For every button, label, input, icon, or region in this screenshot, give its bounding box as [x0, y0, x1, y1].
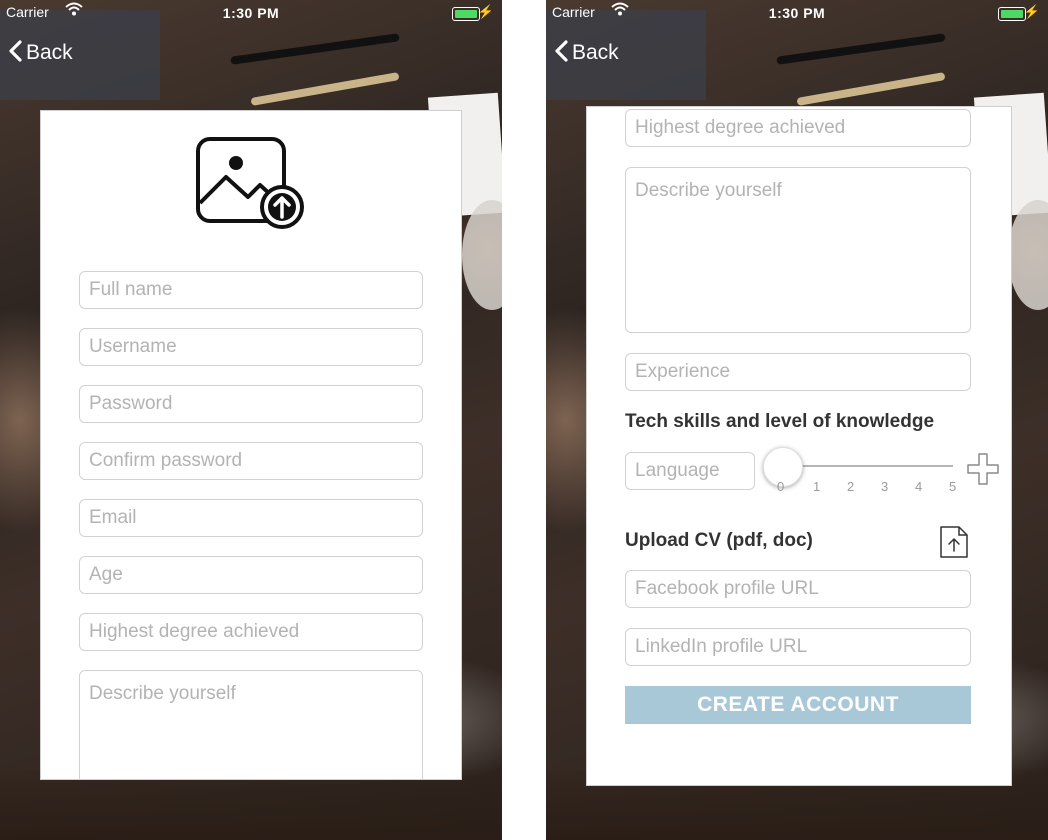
battery-icon	[998, 7, 1026, 21]
password-input[interactable]: Password	[79, 385, 423, 423]
status-bar: Carrier 1:30 PM ⚡	[546, 0, 1048, 26]
degree-input[interactable]: Highest degree achieved	[625, 109, 971, 147]
bolt-icon: ⚡	[1023, 4, 1040, 19]
slider-tick: 0	[777, 479, 785, 494]
degree-input[interactable]: Highest degree achieved	[79, 613, 423, 651]
experience-input[interactable]: Experience	[625, 353, 971, 391]
confirm-password-input[interactable]: Confirm password	[79, 442, 423, 480]
upload-cv-label: Upload CV (pdf, doc)	[625, 530, 813, 551]
chevron-left-icon	[8, 40, 22, 65]
language-input[interactable]: Language	[625, 452, 755, 490]
file-upload-icon[interactable]	[939, 525, 969, 559]
slider-tick: 2	[847, 479, 855, 494]
signup-form-card: Full name Username Password Confirm pass…	[40, 110, 462, 780]
plus-icon[interactable]	[965, 451, 1001, 487]
slider-tick: 5	[949, 479, 957, 494]
describe-yourself-textarea[interactable]: Describe yourself	[79, 670, 423, 779]
back-button[interactable]: Back	[554, 40, 619, 65]
screen-right: Carrier 1:30 PM ⚡ Back Highest degree ac…	[546, 0, 1048, 840]
screen-left: Carrier 1:30 PM ⚡ Back Full name Usernam…	[0, 0, 502, 840]
username-input[interactable]: Username	[79, 328, 423, 366]
battery-icon	[452, 7, 480, 21]
full-name-input[interactable]: Full name	[79, 271, 423, 309]
back-label: Back	[572, 40, 619, 64]
signup-form-card: Highest degree achieved Describe yoursel…	[586, 106, 1012, 786]
slider-tick: 3	[881, 479, 889, 494]
bolt-icon: ⚡	[477, 4, 494, 19]
slider-tick: 1	[813, 479, 821, 494]
chevron-left-icon	[554, 40, 568, 65]
back-button[interactable]: Back	[8, 40, 73, 65]
describe-yourself-textarea[interactable]: Describe yourself	[625, 167, 971, 333]
clock: 1:30 PM	[768, 5, 826, 21]
skill-level-slider[interactable]: 0 1 2 3 4 5	[763, 447, 963, 497]
age-input[interactable]: Age	[79, 556, 423, 594]
facebook-url-input[interactable]: Facebook profile URL	[625, 570, 971, 608]
tech-skills-label: Tech skills and level of knowledge	[625, 411, 935, 432]
slider-tick: 4	[915, 479, 923, 494]
status-bar: Carrier 1:30 PM ⚡	[0, 0, 502, 26]
image-upload-icon[interactable]	[196, 137, 306, 229]
back-label: Back	[26, 40, 73, 64]
linkedin-url-input[interactable]: LinkedIn profile URL	[625, 628, 971, 666]
email-input[interactable]: Email	[79, 499, 423, 537]
create-account-button[interactable]: CREATE ACCOUNT	[625, 686, 971, 724]
clock: 1:30 PM	[222, 5, 280, 21]
